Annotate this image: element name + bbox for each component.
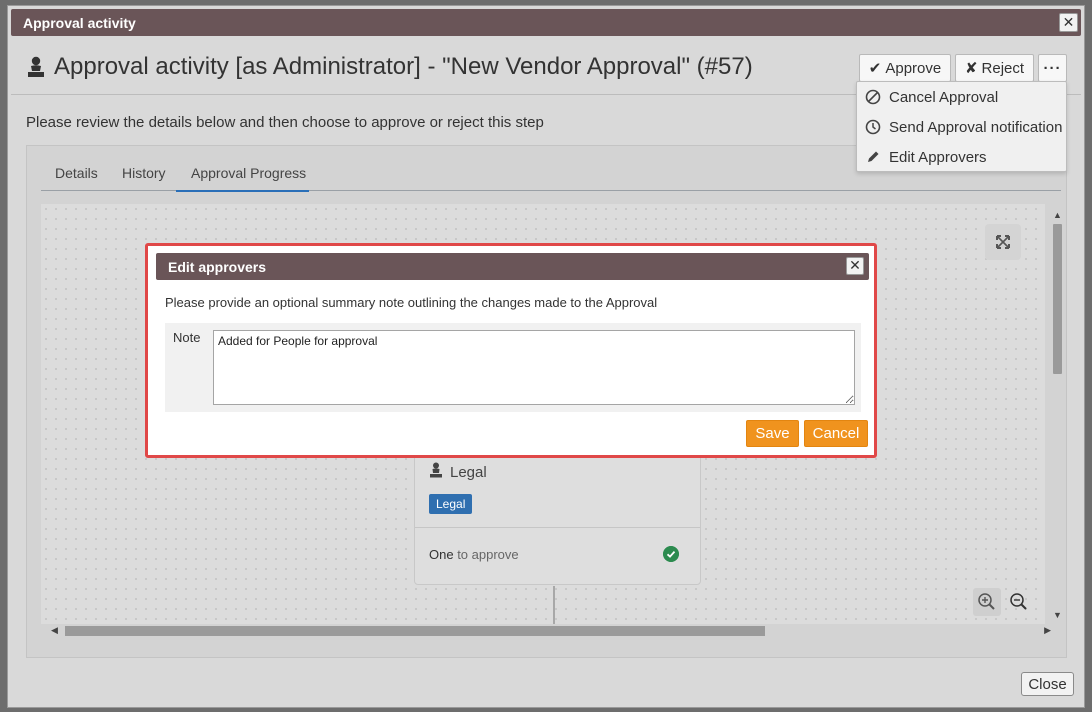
scroll-down-icon[interactable]: ▼: [1053, 610, 1062, 620]
ban-icon: [865, 89, 881, 105]
edit-approvers-dialog: Edit approvers ✕ Please provide an optio…: [145, 243, 877, 458]
tab-details[interactable]: Details: [55, 165, 98, 181]
vertical-scroll-thumb[interactable]: [1053, 224, 1062, 374]
clock-icon: [865, 119, 881, 135]
menu-item-label: Send Approval notification: [889, 118, 1063, 136]
instructions-text: Please review the details below and then…: [26, 114, 544, 131]
cancel-button[interactable]: Cancel: [804, 420, 868, 447]
zoom-out-button[interactable]: [1005, 588, 1033, 616]
note-label: Note: [173, 330, 201, 345]
user-icon: [28, 56, 44, 77]
vertical-scrollbar[interactable]: ▲ ▼: [1050, 210, 1062, 620]
more-actions-menu: Cancel Approval Send Approval notificati…: [856, 81, 1067, 172]
window-close-button[interactable]: ✕: [1059, 13, 1078, 32]
save-button[interactable]: Save: [746, 420, 799, 447]
horizontal-scroll-thumb[interactable]: [65, 626, 765, 636]
reject-label: Reject: [981, 59, 1025, 77]
approve-label: Approve: [885, 59, 942, 77]
dialog-title: Edit approvers: [168, 259, 267, 275]
tab-history[interactable]: History: [122, 165, 166, 181]
active-tab-indicator: [176, 190, 309, 192]
scroll-right-icon[interactable]: ▶: [1044, 625, 1051, 636]
user-icon: [430, 462, 442, 478]
approval-rule-text: to approve: [453, 547, 519, 562]
pencil-icon: [868, 151, 879, 162]
scroll-up-icon[interactable]: ▲: [1053, 210, 1062, 220]
menu-item-label: Cancel Approval: [889, 88, 999, 106]
tab-approval-progress[interactable]: Approval Progress: [191, 165, 306, 181]
page-title: Approval activity [as Administrator] - "…: [26, 53, 753, 81]
dialog-titlebar: Edit approvers ✕: [156, 253, 869, 280]
menu-item-cancel-approval[interactable]: Cancel Approval: [865, 84, 998, 110]
window-title: Approval activity: [23, 15, 136, 31]
flow-connector: [553, 586, 555, 624]
note-textarea[interactable]: Added for People for approval: [213, 330, 855, 405]
scroll-left-icon[interactable]: ◀: [51, 625, 58, 636]
approval-rule: One to approve: [429, 547, 519, 562]
reject-button[interactable]: ✘ Reject: [955, 54, 1034, 82]
menu-item-edit-approvers[interactable]: Edit Approvers: [865, 144, 987, 170]
zoom-out-icon: [1010, 593, 1027, 610]
dialog-description: Please provide an optional summary note …: [165, 295, 658, 310]
check-circle-icon: [663, 546, 679, 562]
expand-button[interactable]: [985, 224, 1021, 260]
window-titlebar: Approval activity ✕: [11, 9, 1081, 36]
close-button[interactable]: Close: [1021, 672, 1074, 696]
ellipsis-icon: ···: [1043, 59, 1062, 77]
menu-item-label: Edit Approvers: [889, 148, 987, 166]
zoom-in-icon: [978, 593, 995, 610]
check-icon: ✔: [868, 60, 882, 77]
approval-rule-count: One: [429, 547, 454, 562]
horizontal-scrollbar[interactable]: ◀ ▶: [51, 624, 1051, 638]
zoom-in-button[interactable]: [973, 588, 1001, 616]
x-icon: ✘: [964, 60, 978, 77]
more-actions-button[interactable]: ···: [1038, 54, 1067, 82]
group-badge: Legal: [429, 494, 473, 514]
approve-button[interactable]: ✔ Approve: [859, 54, 951, 82]
page-title-text: Approval activity [as Administrator] - "…: [54, 53, 753, 80]
dialog-close-button[interactable]: ✕: [846, 257, 864, 275]
approval-step-card[interactable]: Legal Legal One to approve: [414, 449, 701, 585]
expand-icon: [996, 235, 1010, 249]
card-divider: [415, 527, 700, 528]
menu-item-send-notification[interactable]: Send Approval notification: [865, 114, 1062, 140]
step-title: Legal: [450, 464, 487, 481]
note-panel: Note Added for People for approval: [165, 323, 861, 412]
